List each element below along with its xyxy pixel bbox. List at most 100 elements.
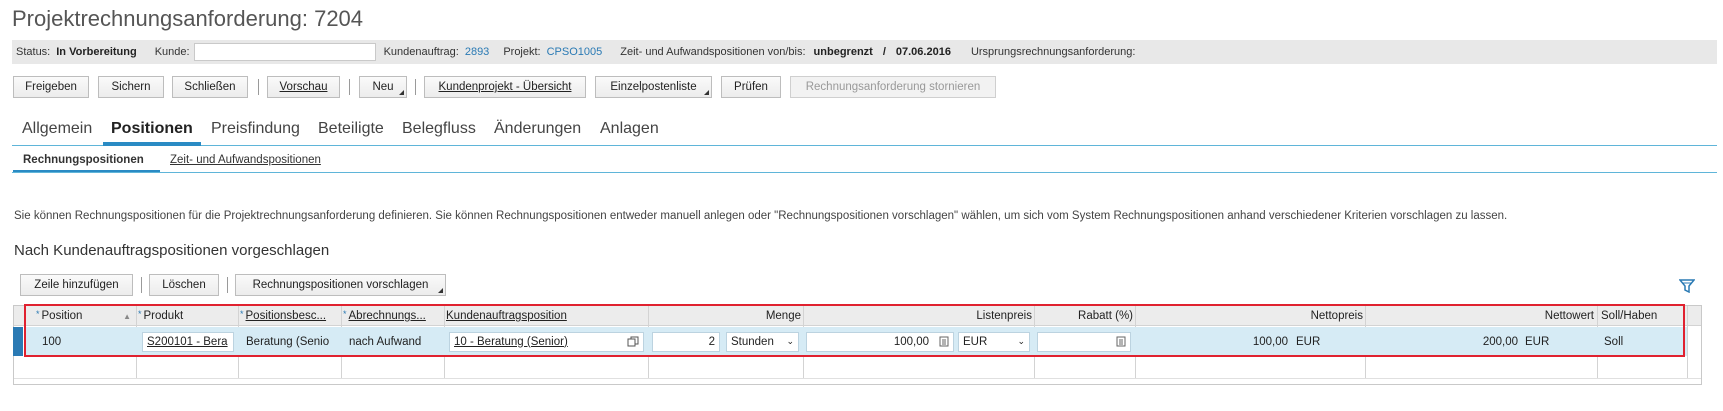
tab-preisfindung[interactable]: Preisfindung xyxy=(211,120,300,138)
zeit-separator: / xyxy=(882,46,886,58)
required-marker: * xyxy=(138,309,142,319)
header-soll-haben[interactable]: Soll/Haben xyxy=(1601,306,1685,326)
zeit-label: Zeit- und Aufwandspositionen von/bis: xyxy=(620,46,806,58)
delete-button[interactable]: Löschen xyxy=(149,274,219,296)
stornieren-label: Rechnungsanforderung stornieren xyxy=(805,81,981,93)
subtab-rechnungspositionen[interactable]: Rechnungspositionen xyxy=(23,154,144,166)
header-position-label: Position xyxy=(41,310,83,322)
einheit-select[interactable]: Stunden ⌄ xyxy=(726,331,799,352)
listenpreis-value: 100,00 xyxy=(893,335,929,348)
tab-allgemein[interactable]: Allgemein xyxy=(22,120,92,138)
header-produkt[interactable]: * Produkt xyxy=(138,306,235,326)
header-abrechnungs-label: Abrechnungs... xyxy=(348,310,426,322)
zeit-to: 07.06.2016 xyxy=(895,46,951,58)
header-kundenauftragsposition[interactable]: Kundenauftragsposition xyxy=(446,306,646,326)
produkt-field[interactable]: S200101 - Bera xyxy=(142,331,234,352)
suggest-positions-button[interactable]: Rechnungspositionen vorschlagen xyxy=(235,274,446,296)
sichern-label: Sichern xyxy=(111,81,151,93)
cell-soll-haben: Soll xyxy=(1604,335,1624,348)
cell-positionsbeschreibung[interactable]: Beratung (Senio xyxy=(246,327,338,356)
kundenprojekt-uebersicht-button[interactable]: Kundenprojekt - Übersicht xyxy=(424,76,586,98)
subtab-zeit-aufwand[interactable]: Zeit- und Aufwandspositionen xyxy=(170,154,321,166)
sichern-button[interactable]: Sichern xyxy=(98,76,164,98)
add-row-label: Zeile hinzufügen xyxy=(34,279,119,291)
stornieren-button[interactable]: Rechnungsanforderung stornieren xyxy=(790,76,996,98)
schliessen-label: Schließen xyxy=(184,81,236,93)
einzelpostenliste-button[interactable]: Einzelpostenliste xyxy=(595,76,712,98)
schliessen-button[interactable]: Schließen xyxy=(172,76,248,98)
neu-label: Neu xyxy=(372,81,394,93)
zeit-from: unbegrenzt xyxy=(813,46,873,58)
row-selector[interactable] xyxy=(13,327,23,356)
header-rabatt[interactable]: Rabatt (%) xyxy=(1036,306,1133,326)
listenpreis-input[interactable]: 100,00 xyxy=(806,331,954,352)
header-nettowert[interactable]: Nettowert xyxy=(1367,306,1594,326)
cell-produkt[interactable]: S200101 - Bera xyxy=(142,327,236,356)
cell-listenpreis[interactable]: 100,00 xyxy=(806,327,956,356)
einheit-value: Stunden xyxy=(731,335,774,348)
menge-input[interactable]: 2 xyxy=(652,331,720,352)
sort-icon: ▲ xyxy=(123,311,131,321)
delete-label: Löschen xyxy=(162,279,206,291)
header-position[interactable]: * Position ▲ xyxy=(36,306,135,326)
tab-positionen[interactable]: Positionen xyxy=(111,120,193,138)
header-nettopreis[interactable]: Nettopreis xyxy=(1137,306,1363,326)
header-listenpreis[interactable]: Listenpreis xyxy=(805,306,1032,326)
cell-nettopreis-waehrung: EUR xyxy=(1296,335,1321,348)
projekt-label: Projekt: xyxy=(503,46,541,58)
kundenauftrag-label: Kundenauftrag: xyxy=(383,46,459,58)
kundenauftragsposition-value: 10 - Beratung (Senior) xyxy=(454,335,568,348)
dropdown-triangle-icon xyxy=(704,90,709,95)
calculator-icon[interactable] xyxy=(1116,336,1126,347)
header-listenpreis-label: Listenpreis xyxy=(976,310,1032,322)
header-nettopreis-label: Nettopreis xyxy=(1310,310,1363,322)
status-label: Status: xyxy=(16,46,51,58)
table-toolbar-divider xyxy=(227,277,228,293)
tab-strip-line xyxy=(12,145,1717,146)
calculator-icon[interactable] xyxy=(939,336,949,347)
cell-listenpreis-waehrung[interactable]: EUR ⌄ xyxy=(958,327,1032,356)
cell-menge[interactable]: 2 xyxy=(652,327,722,356)
active-tab-indicator xyxy=(103,142,201,146)
freigeben-label: Freigeben xyxy=(25,81,77,93)
kundenauftragsposition-field[interactable]: 10 - Beratung (Senior) xyxy=(449,331,644,352)
add-row-button[interactable]: Zeile hinzufügen xyxy=(20,274,133,296)
cell-position: 100 xyxy=(42,335,62,348)
header-kundenauftragsposition-label: Kundenauftragsposition xyxy=(446,310,567,322)
status-bar: Status: In Vorbereitung Kunde: Kundenauf… xyxy=(12,40,1717,64)
kunde-input[interactable] xyxy=(193,43,376,61)
kundenauftrag-link[interactable]: 2893 xyxy=(465,46,489,58)
cell-kundenauftragsposition[interactable]: 10 - Beratung (Senior) xyxy=(449,327,646,356)
header-sollhaben-label: Soll/Haben xyxy=(1601,310,1658,322)
header-positionsbeschreibung[interactable]: * Positionsbesc... xyxy=(240,306,338,326)
section-title: Nach Kundenauftragspositionen vorgeschla… xyxy=(14,242,330,259)
cell-rabatt[interactable] xyxy=(1037,327,1133,356)
empty-table-row[interactable] xyxy=(14,357,1701,379)
einzelposten-label: Einzelpostenliste xyxy=(610,81,697,93)
listenpreis-currency-select[interactable]: EUR ⌄ xyxy=(958,331,1030,352)
projekt-link[interactable]: CPSO1005 xyxy=(547,46,603,58)
tab-aenderungen[interactable]: Änderungen xyxy=(494,120,581,138)
cell-nettopreis: 100,00 xyxy=(1252,335,1288,348)
cell-nettowert: 200,00 xyxy=(1482,335,1518,348)
tab-beteiligte[interactable]: Beteiligte xyxy=(318,120,384,138)
toolbar-divider xyxy=(415,79,416,95)
freigeben-button[interactable]: Freigeben xyxy=(13,76,89,98)
chevron-down-icon: ⌄ xyxy=(1017,336,1025,346)
tab-belegfluss[interactable]: Belegfluss xyxy=(402,120,476,138)
vorschau-button[interactable]: Vorschau xyxy=(267,76,340,98)
pruefen-button[interactable]: Prüfen xyxy=(721,76,781,98)
positionsbesc-value: Beratung (Senio xyxy=(246,335,330,348)
cell-einheit[interactable]: Stunden ⌄ xyxy=(726,327,801,356)
table-toolbar-divider xyxy=(141,277,142,293)
filter-icon[interactable] xyxy=(1679,279,1695,293)
neu-button[interactable]: Neu xyxy=(359,76,407,98)
rabatt-input[interactable] xyxy=(1037,331,1131,352)
kundenprojekt-label: Kundenprojekt - Übersicht xyxy=(438,81,572,93)
info-text: Sie können Rechnungspositionen für die P… xyxy=(14,210,1508,222)
header-menge[interactable]: Menge xyxy=(650,306,801,326)
toolbar-divider xyxy=(349,79,350,95)
value-help-icon[interactable] xyxy=(627,336,639,348)
tab-anlagen[interactable]: Anlagen xyxy=(600,120,659,138)
header-abrechnungsart[interactable]: * Abrechnungs... xyxy=(343,306,441,326)
